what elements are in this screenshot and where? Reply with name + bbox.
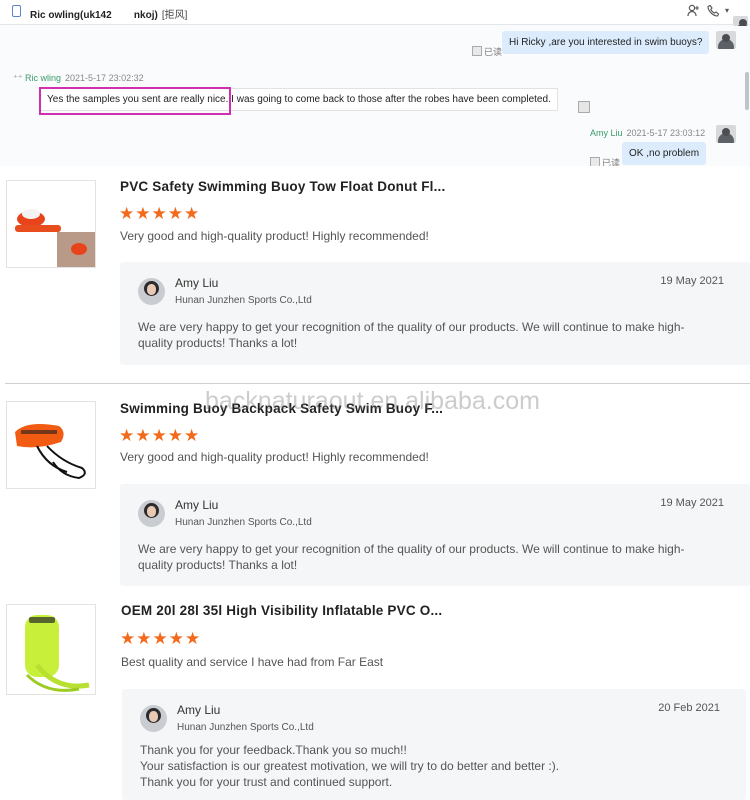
sender-name: Ric wling (25, 73, 62, 83)
my-avatar (716, 125, 736, 143)
review-comment: Very good and high-quality product! High… (120, 450, 429, 464)
read-receipt: 已读 (472, 45, 502, 58)
add-contact-icon[interactable] (686, 4, 700, 18)
reply-date: 19 May 2021 (660, 275, 724, 287)
highlight-box (39, 87, 231, 115)
seller-company: Hunan Junzhen Sports Co.,Ltd (175, 295, 312, 306)
seller-avatar (138, 500, 165, 527)
review-divider (5, 383, 750, 384)
review-comment: Best quality and service I have had from… (121, 655, 384, 669)
message-time: 2021-5-17 23:03:12 (626, 128, 706, 138)
seller-avatar (138, 278, 165, 305)
star-rating: ★★★★★ (119, 204, 201, 223)
seller-company: Hunan Junzhen Sports Co.,Ltd (175, 517, 312, 528)
seller-name: Amy Liu (175, 498, 219, 512)
read-receipt: 已读 (590, 156, 620, 166)
review-card: Swimming Buoy Backpack Safety Swim Buoy … (0, 388, 750, 598)
review-card: PVC Safety Swimming Buoy Tow Float Donut… (0, 166, 750, 383)
phone-icon (12, 5, 21, 17)
seller-name: Amy Liu (175, 276, 219, 290)
reply-date: 19 May 2021 (660, 497, 724, 509)
star-rating: ★★★★★ (120, 629, 202, 648)
my-avatar (716, 31, 736, 49)
chat-message-mine: Hi Ricky ,are you interested in swim buo… (502, 31, 710, 54)
product-image[interactable] (6, 180, 96, 268)
chat-header: Ric owling(uk142 nkoj) [拒风] ▾ (0, 0, 750, 26)
product-title[interactable]: PVC Safety Swimming Buoy Tow Float Donut… (120, 179, 445, 194)
call-icon[interactable] (706, 4, 720, 18)
message-time: 2021-5-17 23:02:32 (65, 73, 144, 83)
seller-reply: Amy Liu Hunan Junzhen Sports Co.,Ltd 19 … (120, 484, 750, 586)
chat-scrollbar[interactable] (745, 72, 749, 110)
contact-avatar (733, 16, 748, 26)
product-title[interactable]: OEM 20l 28l 35l High Visibility Inflatab… (121, 603, 442, 618)
seller-avatar (140, 705, 167, 732)
seller-name: Amy Liu (177, 703, 221, 717)
reply-message: We are very happy to get your recognitio… (138, 320, 685, 350)
review-comment: Very good and high-quality product! High… (120, 229, 429, 243)
review-card: OEM 20l 28l 35l High Visibility Inflatab… (0, 590, 750, 800)
contact-name: Ric owling(uk142 nkoj) (30, 10, 158, 21)
contact-tag: [拒风] (161, 10, 188, 21)
product-image[interactable] (6, 401, 96, 489)
chat-message-mine: OK ,no problem (622, 142, 707, 165)
reply-message: Thank you for your feedback.Thank you so… (140, 743, 560, 789)
star-rating: ★★★★★ (119, 426, 201, 445)
product-title[interactable]: Swimming Buoy Backpack Safety Swim Buoy … (120, 401, 443, 416)
sender-name: Amy Liu (590, 128, 623, 138)
seller-reply: Amy Liu Hunan Junzhen Sports Co.,Ltd 20 … (122, 689, 746, 800)
reply-message: We are very happy to get your recognitio… (138, 542, 685, 572)
chat-window: Ric owling(uk142 nkoj) [拒风] ▾ Hi Ricky ,a… (0, 0, 750, 166)
chevron-down-icon[interactable]: ▾ (720, 4, 734, 18)
message-meta: ⁺⁺ Ric wling 2021-5-17 23:02:32 (13, 73, 144, 83)
message-checkbox[interactable] (578, 101, 590, 113)
seller-company: Hunan Junzhen Sports Co.,Ltd (177, 722, 314, 733)
message-meta: Amy Liu 2021-5-17 23:03:12 (590, 128, 705, 138)
reply-date: 20 Feb 2021 (658, 702, 720, 714)
product-image[interactable] (6, 604, 96, 695)
contact-title[interactable]: Ric owling(uk142 nkoj) [拒风] (30, 6, 187, 21)
seller-reply: Amy Liu Hunan Junzhen Sports Co.,Ltd 19 … (120, 262, 750, 365)
